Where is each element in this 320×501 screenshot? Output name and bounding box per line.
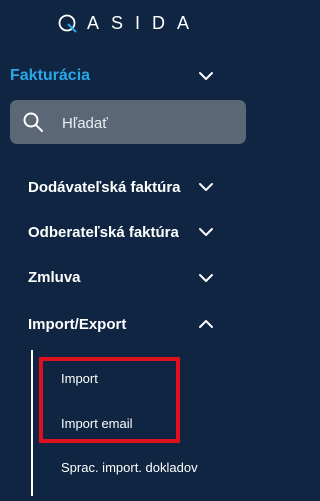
nav-item-import-export[interactable]: Import/Export <box>28 310 222 338</box>
submenu-item-sprac-import-dokladov[interactable]: Sprac. import. dokladov <box>61 455 198 479</box>
chevron-down-icon[interactable] <box>197 67 215 85</box>
logo-q-icon <box>58 14 77 33</box>
submenu-item-label: Sprac. import. dokladov <box>61 459 198 475</box>
nav-item-label: Dodávateľská faktúra <box>28 178 181 196</box>
submenu-rail <box>31 350 33 496</box>
chevron-down-icon[interactable] <box>197 223 215 241</box>
nav-item-dodavatelska-faktura[interactable]: Dodávateľská faktúra <box>28 173 222 201</box>
nav-item-label: Zmluva <box>28 268 81 286</box>
chevron-up-icon[interactable] <box>197 315 215 333</box>
nav-item-zmluva[interactable]: Zmluva <box>28 263 222 291</box>
chevron-down-icon[interactable] <box>197 269 215 287</box>
search-input[interactable] <box>60 110 244 136</box>
highlight-box <box>39 357 180 443</box>
app-logo: ASIDA <box>0 8 258 38</box>
logo-text: ASIDA <box>86 12 202 33</box>
nav-item-odberatelska-faktura[interactable]: Odberateľská faktúra <box>28 218 222 246</box>
section-title: Fakturácia <box>10 67 91 84</box>
nav-item-label: Odberateľská faktúra <box>28 223 179 241</box>
search-icon <box>23 112 43 132</box>
nav-item-label: Import/Export <box>28 315 127 333</box>
search-box[interactable] <box>10 100 246 144</box>
chevron-down-icon[interactable] <box>197 178 215 196</box>
section-header-fakturacia[interactable]: Fakturácia <box>10 62 222 90</box>
